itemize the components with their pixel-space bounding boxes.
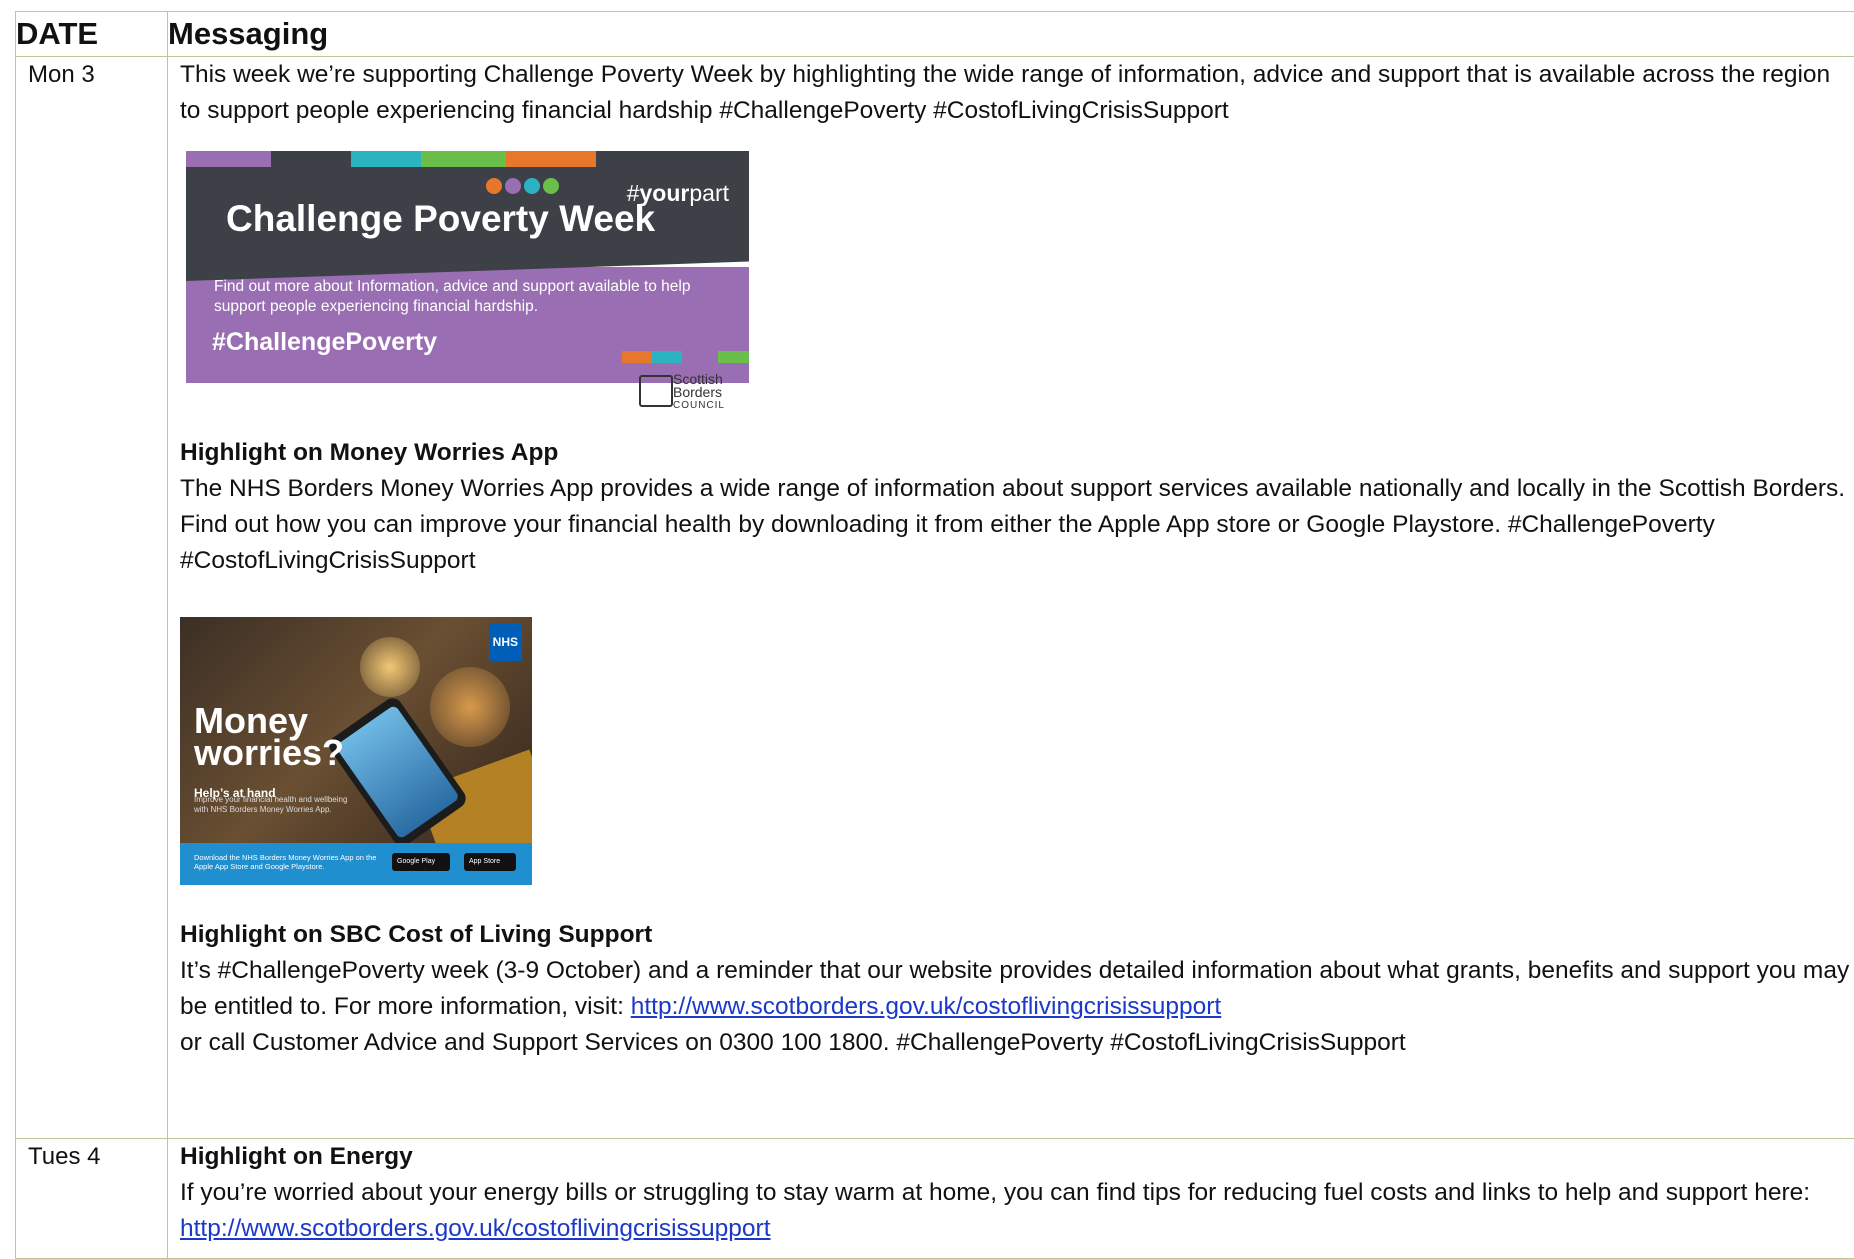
banner-title: Challenge Poverty Week <box>226 201 655 237</box>
banner-description: Find out more about Information, advice … <box>214 277 734 317</box>
table-header-row: DATE Messaging <box>16 12 1854 57</box>
person-icon <box>524 178 540 194</box>
row-date: Tues 4 <box>16 1139 168 1259</box>
energy-support-link[interactable]: http://www.scotborders.gov.uk/costoflivi… <box>180 1215 771 1242</box>
app-store-badge: App Store <box>464 853 516 871</box>
cost-of-living-link[interactable]: http://www.scotborders.gov.uk/costoflivi… <box>631 993 1222 1020</box>
energy-paragraph: If you’re worried about your energy bill… <box>180 1175 1851 1247</box>
banner-stripe <box>186 151 271 167</box>
banner-stripe <box>506 151 596 167</box>
nhs-logo: NHS <box>489 623 522 661</box>
banner-stripe <box>351 151 421 167</box>
money-worries-paragraph: The NHS Borders Money Worries App provid… <box>180 471 1851 579</box>
money-worries-heading: Highlight on Money Worries App <box>180 435 1851 471</box>
sbc-cost-of-living-paragraph: It’s #ChallengePoverty week (3-9 October… <box>180 953 1851 1025</box>
row-message: Highlight on Energy If you’re worried ab… <box>168 1139 1854 1259</box>
council-crest-icon <box>639 375 673 407</box>
download-text: Download the NHS Borders Money Worries A… <box>194 853 384 871</box>
person-icon <box>543 178 559 194</box>
scottish-borders-council-logo: Scottish Borders COUNCIL <box>673 373 725 412</box>
money-image-body: Improve your financial health and wellbe… <box>194 795 354 815</box>
table-row: Mon 3 This week we’re supporting Challen… <box>16 57 1854 1139</box>
challenge-poverty-banner-image: #yourpart Challenge Poverty Week Find ou… <box>186 151 749 413</box>
table-row: Tues 4 Highlight on Energy If you’re wor… <box>16 1139 1854 1259</box>
sbc-contact-paragraph: or call Customer Advice and Support Serv… <box>180 1025 1851 1061</box>
messaging-schedule-table: DATE Messaging Mon 3 This week we’re sup… <box>15 11 1854 1259</box>
download-bar: Download the NHS Borders Money Worries A… <box>180 843 532 885</box>
messaging-column-header: Messaging <box>168 12 1854 57</box>
intro-paragraph: This week we’re supporting Challenge Pov… <box>180 57 1851 129</box>
document-page: DATE Messaging Mon 3 This week we’re sup… <box>0 0 1854 1235</box>
date-column-header: DATE <box>16 12 168 57</box>
google-play-badge: Google Play <box>392 853 450 871</box>
energy-heading: Highlight on Energy <box>180 1139 1851 1175</box>
money-worries-headline: Money worries? <box>194 705 344 769</box>
sbc-cost-of-living-heading: Highlight on SBC Cost of Living Support <box>180 917 1851 953</box>
banner-stripe <box>421 151 506 167</box>
row-date: Mon 3 <box>16 57 168 1139</box>
money-worries-app-image: NHS Money worries? Help’s at hand Improv… <box>180 617 532 885</box>
row-message: This week we’re supporting Challenge Pov… <box>168 57 1854 1139</box>
people-icons <box>486 178 559 194</box>
banner-hashtag: #ChallengePoverty <box>212 324 437 360</box>
person-icon <box>486 178 502 194</box>
person-icon <box>505 178 521 194</box>
